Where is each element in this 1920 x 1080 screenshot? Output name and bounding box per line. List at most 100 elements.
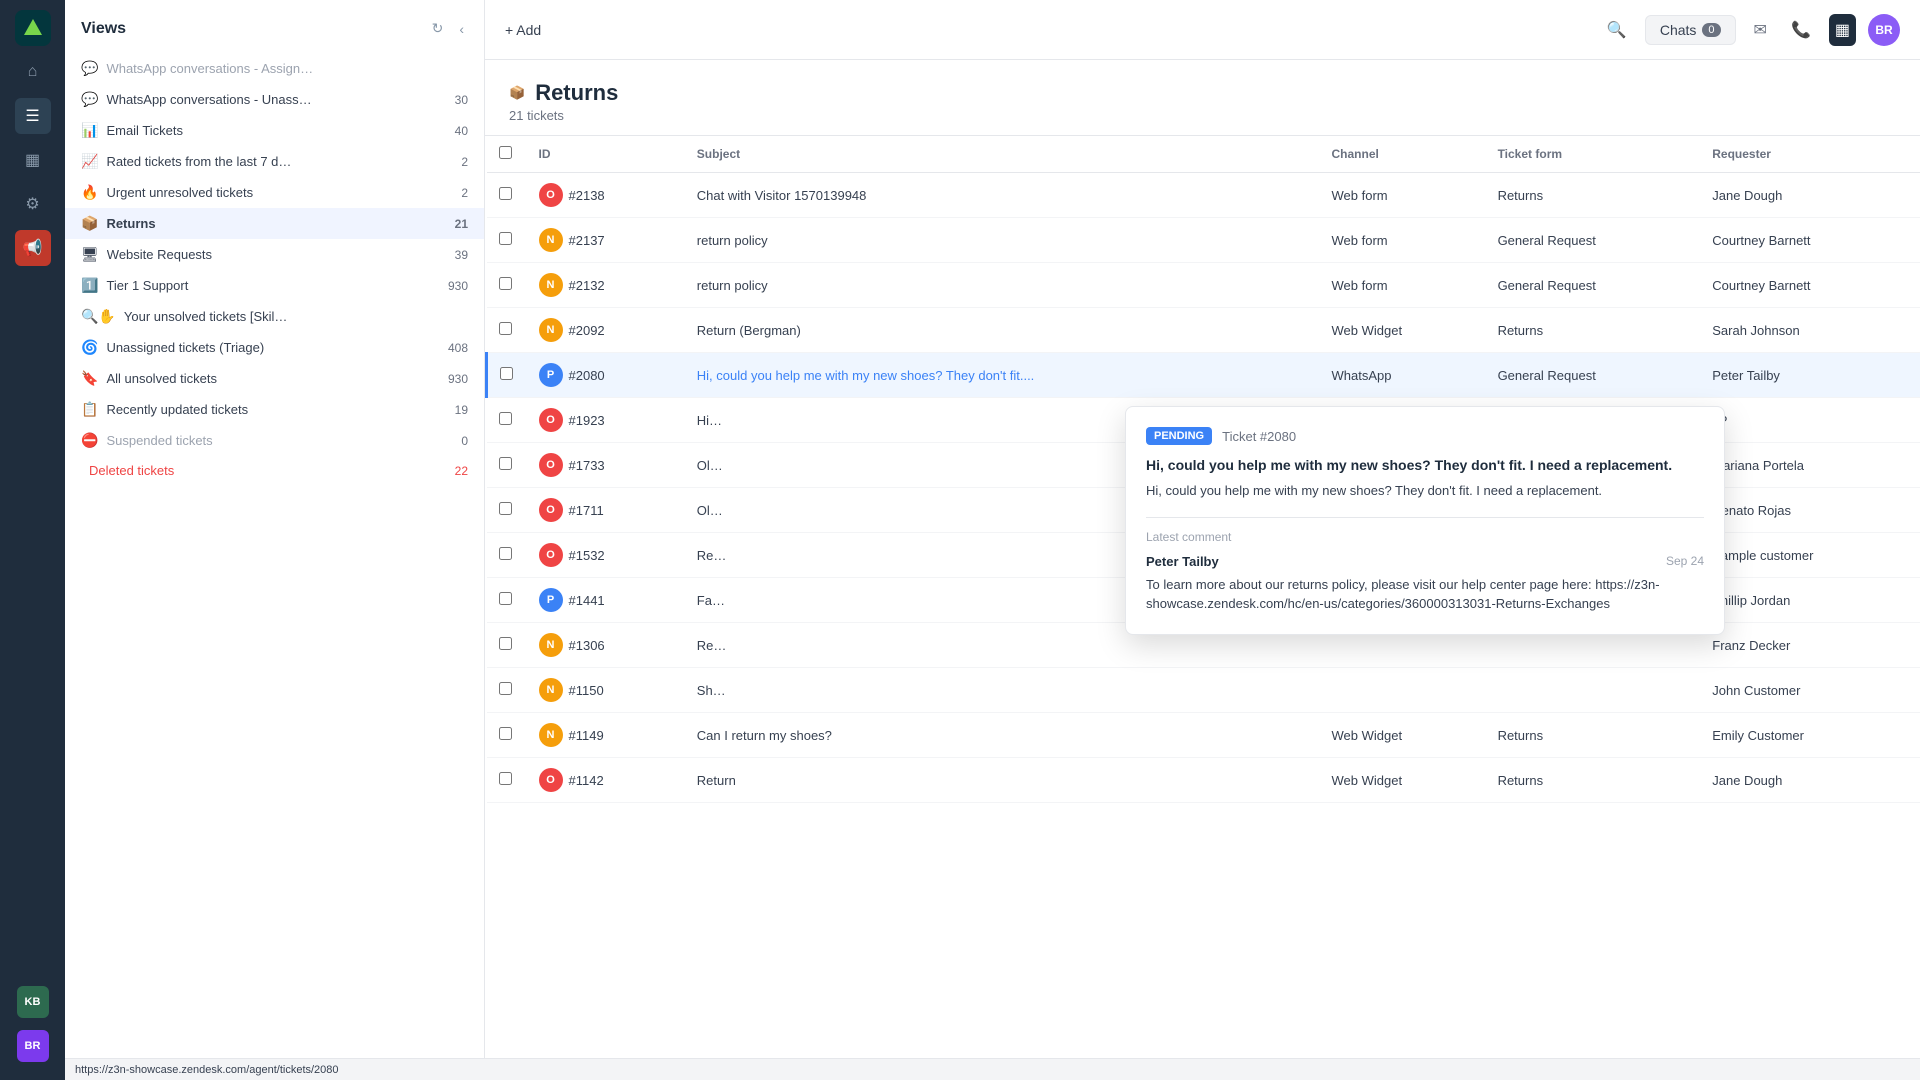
user-avatar[interactable]: BR xyxy=(1868,14,1900,46)
sidebar-item-10[interactable]: 🔖All unsolved tickets930 xyxy=(65,363,484,394)
row-form-1: General Request xyxy=(1486,218,1701,263)
comment-author: Peter Tailby xyxy=(1146,554,1219,569)
status-dot-1: N xyxy=(539,228,563,252)
row-requester-8: Sample customer xyxy=(1700,533,1920,578)
row-form-4: General Request xyxy=(1486,353,1701,398)
status-dot-0: O xyxy=(539,183,563,207)
status-dot-12: N xyxy=(539,723,563,747)
collapse-button[interactable]: ‹ xyxy=(455,17,468,41)
sidebar-item-label-13: Deleted tickets xyxy=(89,463,447,478)
row-id-cell-0: O #2138 xyxy=(527,173,685,218)
row-requester-9: Phillip Jordan xyxy=(1700,578,1920,623)
sidebar-item-label-12: Suspended tickets xyxy=(106,433,453,448)
sidebar-item-label-7: Tier 1 Support xyxy=(106,278,440,293)
nav-notifications-icon[interactable]: 📢 xyxy=(15,230,51,266)
status-dot-8: O xyxy=(539,543,563,567)
row-id-cell-12: N #1149 xyxy=(527,713,685,758)
sidebar-item-label-5: Returns xyxy=(106,216,446,231)
row-checkbox-2[interactable] xyxy=(499,277,512,290)
ticket-id-2: #2132 xyxy=(569,278,605,293)
sidebar-item-13[interactable]: Deleted tickets22 xyxy=(65,456,484,485)
nav-home-icon[interactable]: ⌂ xyxy=(15,54,51,90)
nav-tickets-icon[interactable]: ☰ xyxy=(15,98,51,134)
sidebar-item-label-2: Email Tickets xyxy=(106,123,446,138)
row-checkbox-3[interactable] xyxy=(499,322,512,335)
ticket-id-6: #1733 xyxy=(569,458,605,473)
compose-button[interactable]: ✉ xyxy=(1748,14,1773,46)
pending-badge: PENDING xyxy=(1146,427,1212,445)
add-button[interactable]: + Add xyxy=(505,22,541,38)
row-checkbox-8[interactable] xyxy=(499,547,512,560)
kb-button[interactable]: KB xyxy=(17,986,49,1018)
sidebar-header: Views ↻ ‹ xyxy=(65,0,484,49)
row-checkbox-4[interactable] xyxy=(500,367,513,380)
nav-reports-icon[interactable]: ▦ xyxy=(15,142,51,178)
refresh-button[interactable]: ↻ xyxy=(428,16,448,41)
sidebar-item-icon-3: 📈 xyxy=(81,153,98,170)
sidebar-item-12[interactable]: ⛔Suspended tickets0 xyxy=(65,425,484,456)
row-subject-1: return policy xyxy=(685,218,1320,263)
row-subject-12: Can I return my shoes? xyxy=(685,713,1320,758)
ticket-id-4: #2080 xyxy=(569,368,605,383)
sidebar-item-icon-12: ⛔ xyxy=(81,432,98,449)
row-checkbox-1[interactable] xyxy=(499,232,512,245)
grid-button[interactable]: ▦ xyxy=(1829,14,1856,46)
table-row[interactable]: O #2138 Chat with Visitor 1570139948 Web… xyxy=(487,173,1920,218)
search-button[interactable]: 🔍 xyxy=(1601,14,1633,46)
sidebar-list: 💬WhatsApp conversations - Assign…💬WhatsA… xyxy=(65,49,484,1045)
sidebar-item-1[interactable]: 💬WhatsApp conversations - Unass…30 xyxy=(65,84,484,115)
chats-button[interactable]: Chats 0 xyxy=(1645,15,1736,45)
br-button[interactable]: BR xyxy=(17,1030,49,1062)
ticket-id-13: #1142 xyxy=(569,773,604,788)
ticket-id-8: #1532 xyxy=(569,548,605,563)
row-form-13: Returns xyxy=(1486,758,1701,803)
sidebar-item-8[interactable]: 🔍✋Your unsolved tickets [Skil… xyxy=(65,301,484,332)
table-row[interactable]: O #1142 Return Web Widget Returns Jane D… xyxy=(487,758,1920,803)
tooltip-body: Hi, could you help me with my new shoes?… xyxy=(1146,481,1704,501)
row-id-cell-7: O #1711 xyxy=(527,488,685,533)
sidebar-item-icon-2: 📊 xyxy=(81,122,98,139)
table-row[interactable]: N #2137 return policy Web form General R… xyxy=(487,218,1920,263)
row-subject-0: Chat with Visitor 1570139948 xyxy=(685,173,1320,218)
table-row[interactable]: N #2092 Return (Bergman) Web Widget Retu… xyxy=(487,308,1920,353)
content-title-row: 📦 Returns xyxy=(509,80,1896,106)
ticket-id-7: #1711 xyxy=(569,503,604,518)
sidebar-item-2[interactable]: 📊Email Tickets40 xyxy=(65,115,484,146)
sidebar-item-4[interactable]: 🔥Urgent unresolved tickets2 xyxy=(65,177,484,208)
sidebar-item-count-1: 30 xyxy=(455,93,468,107)
sidebar-item-7[interactable]: 1️⃣Tier 1 Support930 xyxy=(65,270,484,301)
content-area: 📦 Returns 21 tickets ID Subject Channel … xyxy=(485,60,1920,1080)
table-row[interactable]: N #1149 Can I return my shoes? Web Widge… xyxy=(487,713,1920,758)
sidebar-item-11[interactable]: 📋Recently updated tickets19 xyxy=(65,394,484,425)
row-checkbox-9[interactable] xyxy=(499,592,512,605)
row-checkbox-cell-2 xyxy=(487,263,527,308)
select-all-checkbox[interactable] xyxy=(499,146,512,159)
row-checkbox-cell-11 xyxy=(487,668,527,713)
phone-button[interactable]: 📞 xyxy=(1785,14,1817,46)
col-id: ID xyxy=(527,136,685,173)
status-dot-11: N xyxy=(539,678,563,702)
table-row[interactable]: N #1150 Sh… John Customer xyxy=(487,668,1920,713)
row-requester-10: Franz Decker xyxy=(1700,623,1920,668)
nav-settings-icon[interactable]: ⚙ xyxy=(15,186,51,222)
row-checkbox-6[interactable] xyxy=(499,457,512,470)
row-checkbox-7[interactable] xyxy=(499,502,512,515)
sidebar-item-9[interactable]: 🌀Unassigned tickets (Triage)408 xyxy=(65,332,484,363)
row-id-cell-5: O #1923 xyxy=(527,398,685,443)
sidebar-item-5[interactable]: 📦Returns21 xyxy=(65,208,484,239)
row-checkbox-11[interactable] xyxy=(499,682,512,695)
row-checkbox-5[interactable] xyxy=(499,412,512,425)
sidebar-item-count-10: 930 xyxy=(448,372,468,386)
row-checkbox-cell-7 xyxy=(487,488,527,533)
row-checkbox-10[interactable] xyxy=(499,637,512,650)
sidebar-item-6[interactable]: 🖥Website Requests39 xyxy=(65,239,484,270)
table-row[interactable]: N #2132 return policy Web form General R… xyxy=(487,263,1920,308)
row-checkbox-12[interactable] xyxy=(499,727,512,740)
sidebar-item-count-5: 21 xyxy=(455,217,468,231)
status-dot-2: N xyxy=(539,273,563,297)
sidebar-item-3[interactable]: 📈Rated tickets from the last 7 d…2 xyxy=(65,146,484,177)
sidebar-item-0[interactable]: 💬WhatsApp conversations - Assign… xyxy=(65,53,484,84)
row-checkbox-13[interactable] xyxy=(499,772,512,785)
table-row[interactable]: P #2080 Hi, could you help me with my ne… xyxy=(487,353,1920,398)
row-checkbox-0[interactable] xyxy=(499,187,512,200)
